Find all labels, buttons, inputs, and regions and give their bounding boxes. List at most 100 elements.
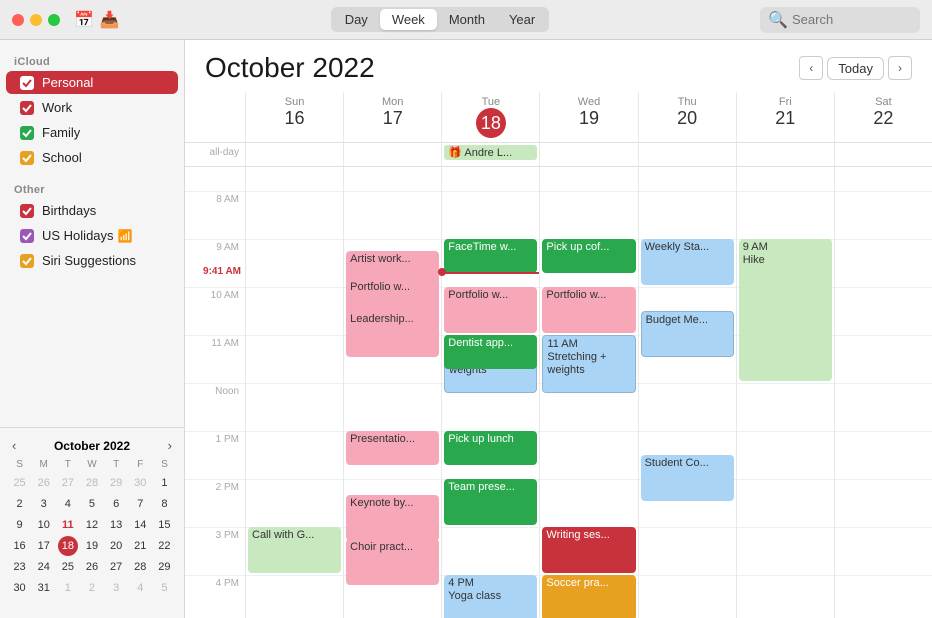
mini-cal-day[interactable]: 13 — [106, 515, 126, 535]
calendar-event[interactable]: Keynote by... — [346, 495, 439, 541]
tab-year[interactable]: Year — [497, 9, 547, 30]
tab-week[interactable]: Week — [380, 9, 437, 30]
mini-cal-day[interactable]: 30 — [10, 578, 30, 598]
search-input[interactable] — [792, 12, 912, 27]
calendar-event[interactable]: 11 AM Stretching + weights — [542, 335, 635, 393]
mini-cal-day[interactable]: 4 — [130, 578, 150, 598]
tab-day[interactable]: Day — [333, 9, 380, 30]
calendar-event[interactable]: Writing ses... — [542, 527, 635, 573]
calendar-event[interactable]: Student Co... — [641, 455, 734, 501]
hour-slot — [639, 167, 736, 191]
calendar-event[interactable]: 9 AM Hike — [739, 239, 832, 381]
minimize-icon[interactable] — [30, 14, 42, 26]
search-box[interactable]: 🔍 — [760, 7, 920, 33]
mini-cal-day[interactable]: 20 — [106, 536, 126, 556]
mini-calendar: ‹ October 2022 › S M T W T F S 25 26 27 … — [0, 427, 184, 608]
allday-event[interactable]: 🎁 Andre L... — [444, 145, 537, 160]
mini-cal-day[interactable]: 21 — [130, 536, 150, 556]
tab-month[interactable]: Month — [437, 9, 497, 30]
mini-cal-day[interactable]: 3 — [34, 494, 54, 514]
sidebar-item-family[interactable]: Family — [6, 121, 178, 144]
calendar-event[interactable]: Team prese... — [444, 479, 537, 525]
calendar-event[interactable]: FaceTime w... — [444, 239, 537, 273]
sidebar-item-personal[interactable]: Personal — [6, 71, 178, 94]
calendar-event[interactable]: Portfolio w... — [542, 287, 635, 333]
cal-prev-btn[interactable]: ‹ — [799, 56, 823, 80]
hour-slot — [540, 431, 637, 479]
day-headers: Sun 16 Mon 17 Tue 18 Wed 19 Thu 20 — [185, 92, 932, 143]
mini-cal-day[interactable]: 2 — [10, 494, 30, 514]
calendar-event[interactable]: Pick up lunch — [444, 431, 537, 465]
mini-cal-day[interactable]: 24 — [34, 557, 54, 577]
mini-cal-next[interactable]: › — [168, 438, 172, 453]
hour-slot — [835, 239, 932, 287]
mini-cal-day[interactable]: 7 — [130, 494, 150, 514]
mini-cal-day[interactable]: 4 — [58, 494, 78, 514]
mini-cal-day[interactable]: 10 — [34, 515, 54, 535]
mini-cal-day[interactable]: 16 — [10, 536, 30, 556]
mini-cal-day[interactable]: 19 — [82, 536, 102, 556]
calendar-event[interactable]: 4 PM Yoga class — [444, 575, 537, 618]
hour-slot — [344, 191, 441, 239]
calendar-event[interactable]: Dentist app... — [444, 335, 537, 369]
mini-cal-day[interactable]: 5 — [154, 578, 174, 598]
mini-cal-day[interactable]: 17 — [34, 536, 54, 556]
sidebar-item-work[interactable]: Work — [6, 96, 178, 119]
mini-cal-day[interactable]: 27 — [58, 473, 78, 493]
mini-cal-day[interactable]: 31 — [34, 578, 54, 598]
mini-cal-day[interactable]: 30 — [130, 473, 150, 493]
mini-cal-day[interactable]: 6 — [106, 494, 126, 514]
mini-cal-day[interactable]: 11 — [58, 515, 78, 535]
cal-next-btn[interactable]: › — [888, 56, 912, 80]
day-label-w: W — [80, 457, 103, 472]
inbox-icon[interactable]: 📥 — [100, 10, 120, 30]
day-header-sat: Sat 22 — [834, 92, 932, 142]
mini-cal-day[interactable]: 14 — [130, 515, 150, 535]
mini-cal-day[interactable]: 15 — [154, 515, 174, 535]
mini-cal-day[interactable]: 27 — [106, 557, 126, 577]
close-icon[interactable] — [12, 14, 24, 26]
mini-cal-day[interactable]: 25 — [58, 557, 78, 577]
calendar-event[interactable]: Leadership... — [346, 311, 439, 357]
calendar-event[interactable]: Call with G... — [248, 527, 341, 573]
mini-cal-day[interactable]: 3 — [106, 578, 126, 598]
allday-cell-thu — [638, 143, 736, 166]
mini-cal-day[interactable]: 22 — [154, 536, 174, 556]
mini-cal-day[interactable]: 26 — [82, 557, 102, 577]
calendar-event[interactable]: Weekly Sta... — [641, 239, 734, 285]
mini-cal-day[interactable]: 12 — [82, 515, 102, 535]
calendar-event[interactable]: Portfolio w... — [444, 287, 537, 333]
calendar-event[interactable]: Soccer pra... — [542, 575, 635, 618]
sidebar-item-siri[interactable]: Siri Suggestions — [6, 249, 178, 272]
mini-cal-day[interactable]: 1 — [154, 473, 174, 493]
cal-title: October 2022 — [205, 52, 375, 84]
mini-cal-prev[interactable]: ‹ — [12, 438, 16, 453]
mini-cal-day[interactable]: 5 — [82, 494, 102, 514]
icloud-label: iCloud — [0, 50, 184, 70]
calendar-icon[interactable]: 📅 — [74, 10, 94, 30]
mini-cal-day[interactable]: 1 — [58, 578, 78, 598]
calendar-event[interactable]: Pick up cof... — [542, 239, 635, 273]
calendar-event[interactable]: Budget Me... — [641, 311, 734, 357]
mini-cal-day[interactable]: 29 — [154, 557, 174, 577]
sidebar-item-us-holidays[interactable]: US Holidays 📶 — [6, 224, 178, 247]
sidebar-item-school[interactable]: School — [6, 146, 178, 169]
calendar-event[interactable]: Choir pract... — [346, 539, 439, 585]
time-label-4pm: 4 PM — [185, 575, 245, 618]
mini-cal-day[interactable]: 9 — [10, 515, 30, 535]
sidebar-item-birthdays[interactable]: Birthdays — [6, 199, 178, 222]
mini-cal-day[interactable]: 23 — [10, 557, 30, 577]
mini-cal-day[interactable]: 28 — [82, 473, 102, 493]
day-label-t2: T — [105, 457, 128, 472]
mini-cal-day[interactable]: 26 — [34, 473, 54, 493]
mini-cal-day[interactable]: 29 — [106, 473, 126, 493]
mini-cal-day[interactable]: 25 — [10, 473, 30, 493]
mini-cal-day[interactable]: 28 — [130, 557, 150, 577]
mini-cal-day[interactable]: 8 — [154, 494, 174, 514]
today-button[interactable]: Today — [827, 57, 884, 80]
cal-header: October 2022 ‹ Today › — [185, 40, 932, 92]
mini-cal-day[interactable]: 2 — [82, 578, 102, 598]
mini-cal-day-today[interactable]: 18 — [58, 536, 78, 556]
maximize-icon[interactable] — [48, 14, 60, 26]
calendar-event[interactable]: Presentatio... — [346, 431, 439, 465]
